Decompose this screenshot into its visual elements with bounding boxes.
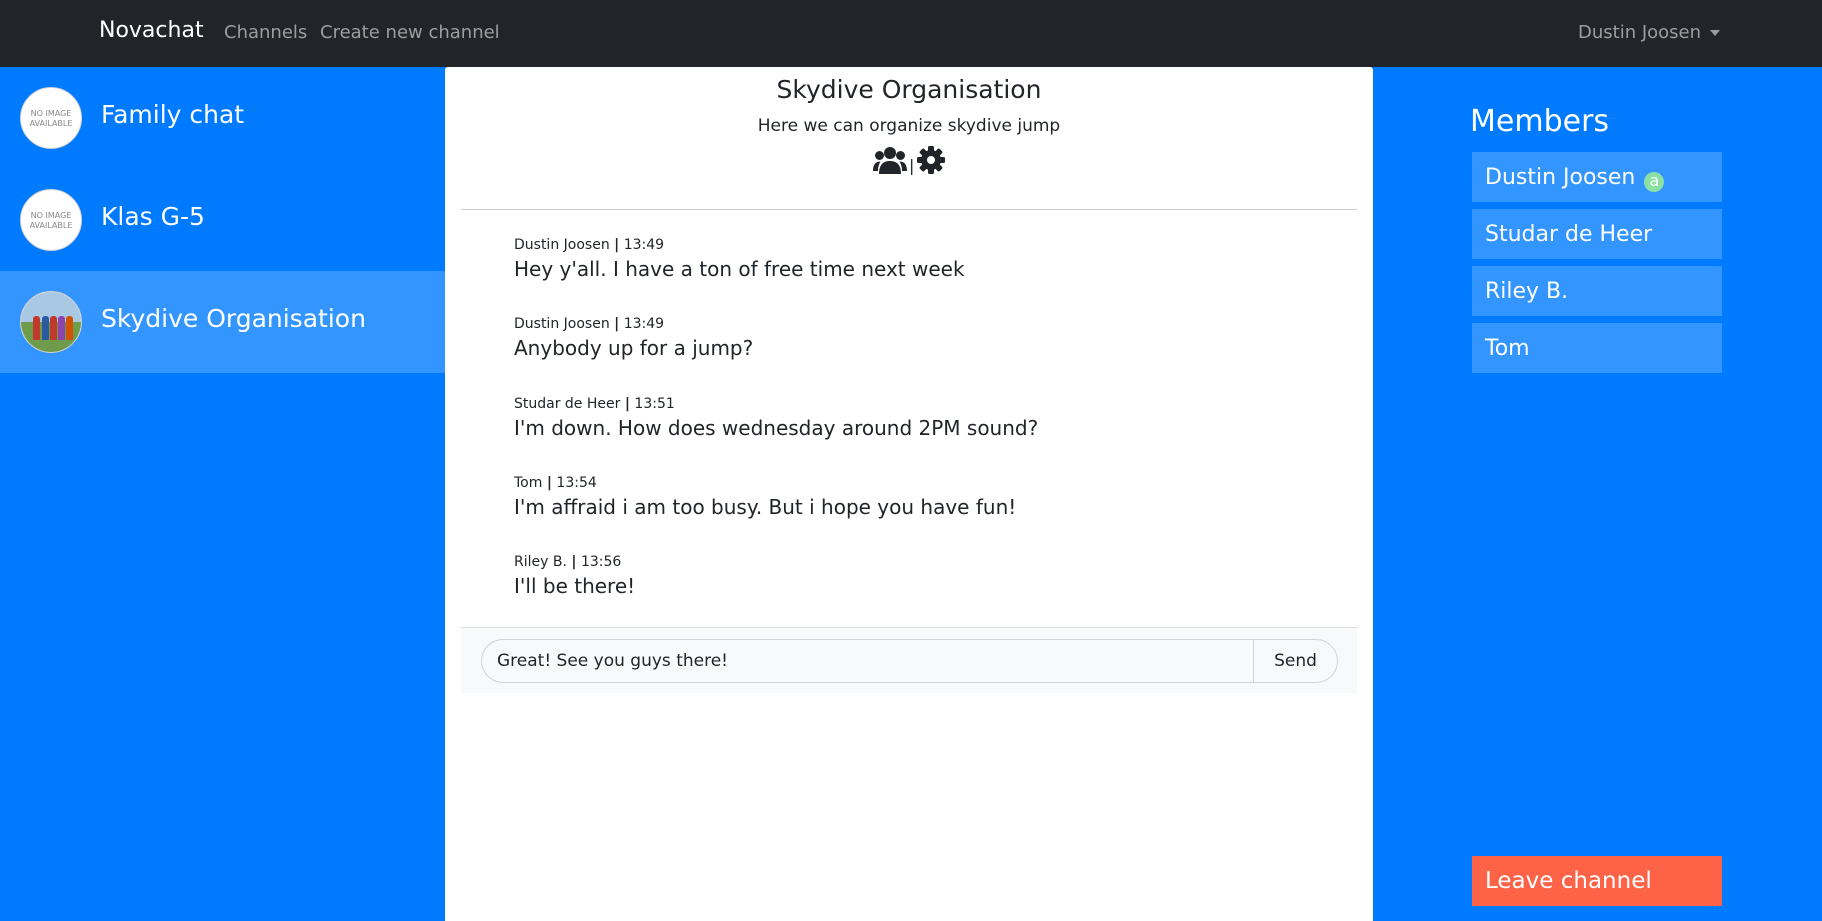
meta-separator: | [571, 554, 577, 570]
send-button[interactable]: Send [1253, 639, 1338, 683]
leave-channel-button[interactable]: Leave channel [1472, 856, 1722, 906]
nav-link-create-channel[interactable]: Create new channel [320, 22, 500, 43]
message-item: Dustin Joosen | 13:49 Anybody up for a j… [514, 316, 753, 359]
meta-separator: | [624, 396, 630, 412]
channel-avatar-photo [20, 291, 82, 353]
message-author: Tom [514, 475, 543, 491]
member-item[interactable]: Riley B. [1472, 266, 1722, 316]
message-time: 13:49 [623, 237, 665, 253]
message-compose: Send [461, 627, 1357, 693]
channel-description: Here we can organize skydive jump [757, 116, 1061, 136]
message-meta: Dustin Joosen | 13:49 [514, 316, 753, 333]
chat-panel: Skydive Organisation Here we can organiz… [445, 67, 1373, 921]
message-meta: Tom | 13:54 [514, 475, 1016, 492]
message-meta: Riley B. | 13:56 [514, 554, 635, 571]
channel-actions: | [873, 145, 946, 179]
admin-badge: a [1644, 172, 1665, 192]
channel-avatar: NO IMAGE AVAILABLE [20, 87, 82, 149]
member-name: Tom [1485, 336, 1530, 361]
member-name: Riley B. [1485, 279, 1569, 304]
message-input[interactable] [481, 639, 1253, 683]
member-item[interactable]: Studar de Heer [1472, 209, 1722, 259]
channel-title: Skydive Organisation [776, 75, 1042, 104]
message-author: Dustin Joosen [514, 316, 610, 332]
members-title: Members [1470, 104, 1610, 139]
message-text: I'm affraid i am too busy. But i hope yo… [514, 495, 1017, 519]
member-item[interactable]: Dustin Joosen a [1472, 152, 1722, 202]
sidebar-item-family-chat[interactable]: NO IMAGE AVAILABLE Family chat [0, 67, 445, 169]
channel-avatar: NO IMAGE AVAILABLE [20, 189, 82, 251]
user-name: Dustin Joosen [1578, 22, 1702, 43]
message-text: I'm down. How does wednesday around 2PM … [514, 416, 1039, 440]
member-name: Dustin Joosen a [1485, 165, 1665, 192]
meta-separator: | [614, 316, 620, 332]
message-item: Studar de Heer | 13:51 I'm down. How doe… [514, 396, 1038, 439]
message-meta: Dustin Joosen | 13:49 [514, 237, 965, 254]
message-time: 13:56 [580, 554, 622, 570]
message-text: Hey y'all. I have a ton of free time nex… [514, 257, 965, 281]
meta-separator: | [546, 475, 552, 491]
message-text: I'll be there! [514, 574, 636, 598]
brand-logo[interactable]: Novachat [99, 18, 204, 43]
gear-icon[interactable] [916, 145, 946, 179]
users-icon[interactable] [873, 145, 907, 179]
sidebar-item-skydive-organisation[interactable]: Skydive Organisation [0, 271, 445, 373]
message-time: 13:49 [623, 316, 665, 332]
channel-name: Family chat [101, 100, 245, 129]
message-meta: Studar de Heer | 13:51 [514, 396, 1038, 413]
message-item: Tom | 13:54 I'm affraid i am too busy. B… [514, 475, 1016, 518]
header-divider [461, 209, 1357, 210]
caret-down-icon [1710, 29, 1721, 36]
message-text: Anybody up for a jump? [514, 336, 754, 360]
message-time: 13:51 [634, 396, 675, 412]
no-image-placeholder: NO IMAGE AVAILABLE [29, 211, 73, 230]
top-navbar: Novachat Channels Create new channel Dus… [0, 0, 1822, 67]
no-image-placeholder: NO IMAGE AVAILABLE [29, 109, 73, 128]
message-author: Riley B. [514, 554, 567, 570]
channel-sidebar: NO IMAGE AVAILABLE Family chat NO IMAGE … [0, 67, 445, 921]
message-author: Dustin Joosen [514, 237, 610, 253]
user-dropdown[interactable]: Dustin Joosen [1578, 22, 1721, 43]
nav-link-channels[interactable]: Channels [224, 22, 307, 43]
member-name: Studar de Heer [1485, 222, 1653, 247]
message-author: Studar de Heer [514, 396, 621, 412]
member-item[interactable]: Tom [1472, 323, 1722, 373]
message-time: 13:54 [556, 475, 597, 491]
icon-separator: | [909, 155, 915, 175]
message-item: Riley B. | 13:56 I'll be there! [514, 554, 635, 597]
message-item: Dustin Joosen | 13:49 Hey y'all. I have … [514, 237, 965, 280]
channel-name: Klas G-5 [101, 202, 205, 231]
meta-separator: | [614, 237, 620, 253]
channel-name: Skydive Organisation [101, 304, 366, 333]
sidebar-item-klas-g-5[interactable]: NO IMAGE AVAILABLE Klas G-5 [0, 169, 445, 271]
